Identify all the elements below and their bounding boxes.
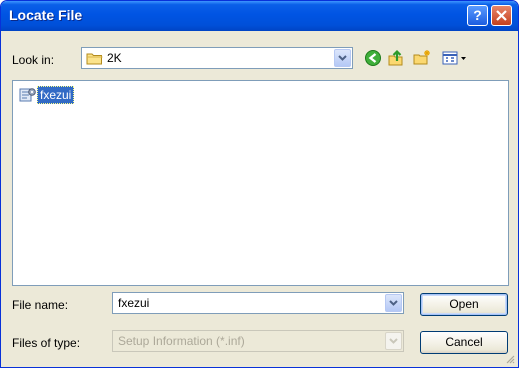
look-in-dropdown-button[interactable] [334, 49, 351, 67]
file-name-dropdown-button[interactable] [385, 294, 402, 312]
resize-grip-icon[interactable] [505, 354, 516, 365]
file-name-value: fxezui [118, 296, 150, 310]
file-type-dropdown-button[interactable] [385, 332, 402, 350]
up-folder-icon [388, 49, 403, 66]
file-list[interactable]: fxezui [12, 80, 509, 286]
look-in-value: 2K [107, 51, 122, 65]
locate-file-dialog: Locate File ? Look in: 2K fxezui File na… [0, 0, 519, 368]
file-type-dropdown[interactable]: Setup Information (*.inf) [112, 330, 404, 352]
chevron-down-icon [389, 338, 398, 344]
file-name-field[interactable]: fxezui [112, 292, 404, 314]
look-in-label: Look in: [12, 53, 55, 67]
chevron-down-icon [389, 300, 398, 306]
cancel-button[interactable]: Cancel [420, 331, 508, 354]
help-button[interactable]: ? [467, 5, 488, 26]
dialog-title: Locate File [9, 7, 83, 23]
views-menu-icon [442, 51, 466, 65]
file-type-value: Setup Information (*.inf) [118, 334, 245, 348]
file-name-label: File name: [12, 298, 69, 312]
open-button[interactable]: Open [420, 293, 508, 316]
up-one-level-button[interactable] [385, 48, 407, 68]
views-menu-button[interactable] [441, 48, 469, 68]
title-bar[interactable]: Locate File ? [1, 1, 518, 31]
file-type-label: Files of type: [12, 336, 81, 350]
look-in-dropdown[interactable]: 2K [81, 47, 353, 69]
folder-icon [86, 53, 103, 65]
close-button[interactable] [491, 5, 512, 26]
setup-file-icon [19, 88, 36, 102]
new-folder-icon [413, 50, 430, 65]
back-button[interactable] [362, 48, 384, 68]
file-item-name: fxezui [37, 86, 75, 104]
back-icon [365, 50, 381, 66]
close-icon [496, 10, 507, 21]
chevron-down-icon [338, 55, 347, 61]
new-folder-button[interactable] [411, 48, 433, 68]
